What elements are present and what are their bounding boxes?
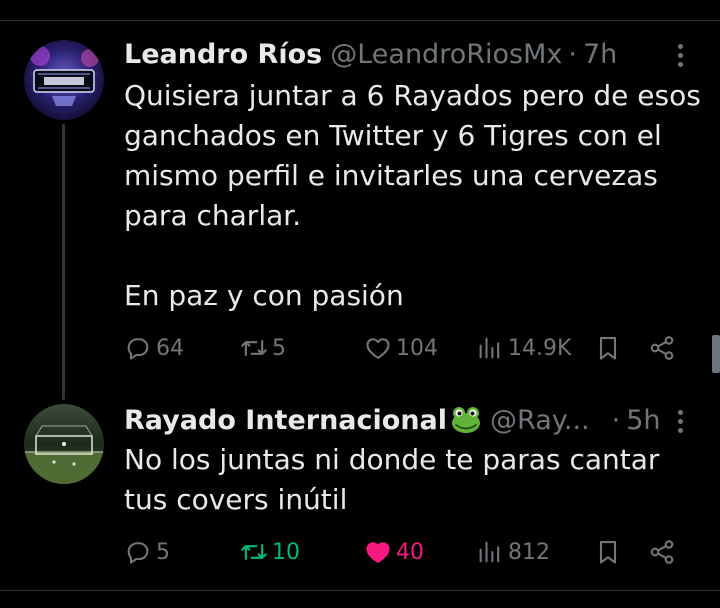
thread-connector-line	[62, 124, 65, 400]
retweet-button[interactable]: 10	[240, 534, 300, 570]
avatar-rayado-internacional[interactable]	[24, 404, 104, 484]
heart-icon	[366, 542, 390, 563]
bookmark-button[interactable]	[594, 330, 622, 366]
views-button[interactable]: 14.9K	[476, 330, 571, 366]
retweet-button[interactable]: 5	[240, 330, 286, 366]
separator-dot: ·	[568, 38, 577, 70]
view-count: 812	[508, 539, 550, 565]
reply-icon	[127, 338, 149, 360]
avatar-logo-image	[24, 40, 104, 120]
like-count: 40	[396, 539, 424, 565]
reply-count: 5	[156, 539, 170, 565]
like-button[interactable]: 104	[364, 330, 438, 366]
tweet-header: Rayado Internacional @Ray... · 5h	[124, 400, 661, 440]
separator-dot: ·	[611, 404, 621, 436]
reply-button[interactable]: 64	[124, 330, 184, 366]
more-icon[interactable]	[668, 404, 692, 438]
share-icon	[650, 336, 674, 360]
frog-emoji-icon	[452, 407, 481, 433]
share-icon	[650, 540, 674, 564]
retweet-count: 10	[272, 539, 300, 565]
author-handle[interactable]: @LeandroRiosMx	[330, 39, 562, 70]
tweet-timestamp[interactable]: 7h	[583, 39, 617, 70]
like-count: 104	[396, 335, 438, 361]
retweet-icon	[241, 339, 267, 357]
author-name[interactable]: Leandro Ríos	[124, 39, 322, 70]
view-count: 14.9K	[508, 335, 572, 361]
bookmark-icon	[599, 337, 617, 360]
more-icon[interactable]	[668, 38, 692, 72]
author-name[interactable]: Rayado Internacional	[124, 405, 447, 436]
reply-count: 64	[156, 335, 184, 361]
top-divider	[0, 20, 720, 21]
tweet-text: No los juntas ni donde te paras cantar t…	[124, 443, 660, 516]
views-button[interactable]: 812	[476, 534, 550, 570]
like-button[interactable]: 40	[364, 534, 424, 570]
author-handle[interactable]: @Ray...	[490, 405, 590, 436]
scrollbar-thumb[interactable]	[712, 335, 720, 373]
share-button[interactable]	[648, 534, 676, 570]
tweet-actions: 5 10 40 812	[124, 534, 684, 570]
retweet-icon	[241, 543, 267, 561]
avatar-stadium-image	[24, 404, 104, 484]
tweet-timestamp[interactable]: 5h	[626, 405, 660, 436]
reply-icon	[127, 542, 149, 564]
retweet-count: 5	[272, 335, 286, 361]
avatar-leandro-rios[interactable]	[24, 40, 104, 120]
tweet-actions: 64 5 104 14.9K	[124, 330, 684, 366]
reply-button[interactable]: 5	[124, 534, 170, 570]
views-icon	[479, 541, 500, 563]
bottom-divider	[0, 590, 720, 591]
bookmark-button[interactable]	[594, 534, 622, 570]
share-button[interactable]	[648, 330, 676, 366]
bookmark-icon	[599, 541, 617, 564]
tweet-header: Leandro Ríos @LeandroRiosMx · 7h	[124, 34, 617, 74]
heart-icon	[366, 338, 390, 359]
views-icon	[479, 337, 500, 359]
tweet-text: Quisiera juntar a 6 Rayados pero de esos…	[124, 79, 701, 312]
